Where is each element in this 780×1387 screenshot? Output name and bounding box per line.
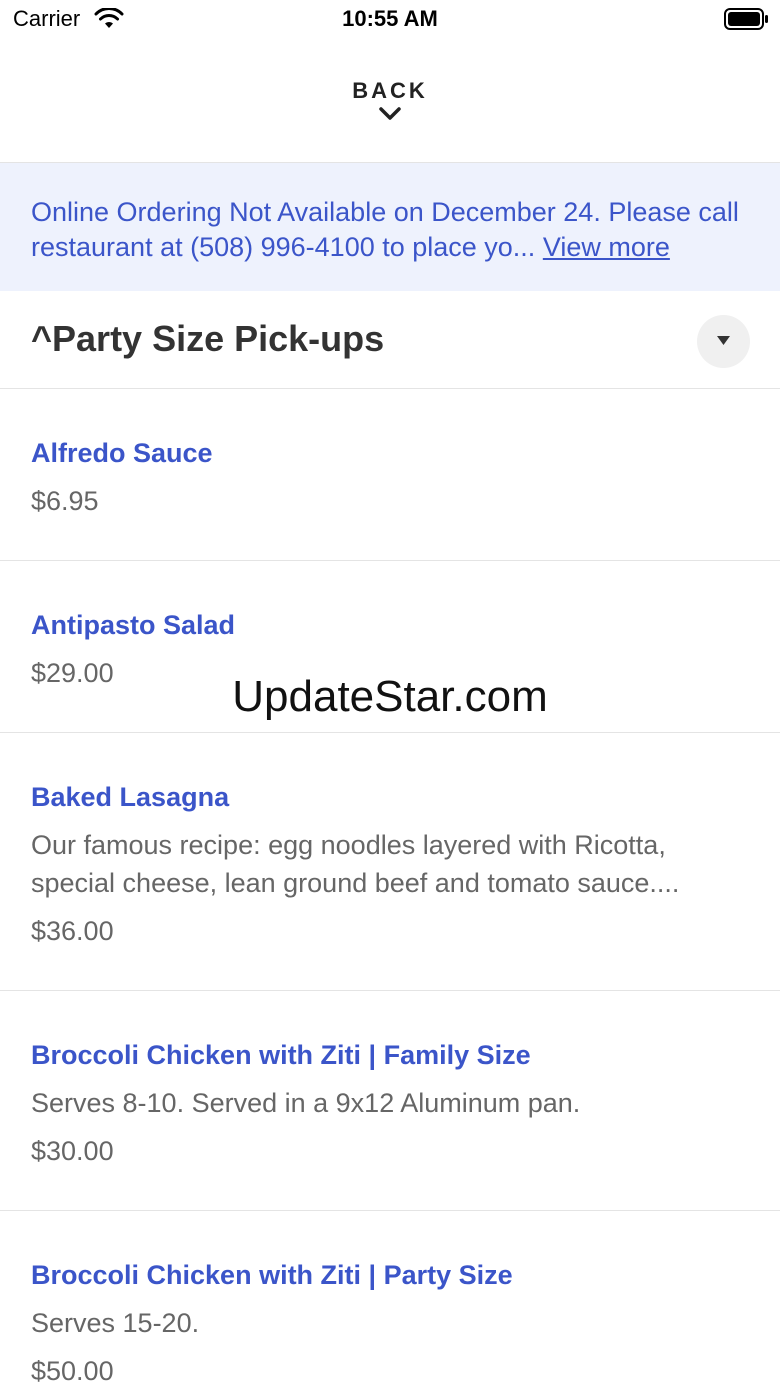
item-description: Serves 15-20. xyxy=(31,1308,200,1338)
item-description: Serves 8-10. Served in a 9x12 Aluminum p… xyxy=(31,1088,581,1118)
item-name: Baked Lasagna xyxy=(31,782,230,812)
category-title: ^Party Size Pick-ups xyxy=(31,318,385,359)
item-description: Our famous recipe: egg noodles layered w… xyxy=(31,830,680,898)
item-price: $30.00 xyxy=(31,1136,114,1166)
category-dropdown-button[interactable] xyxy=(697,315,750,368)
menu-item[interactable]: Antipasto Salad $29.00 xyxy=(0,561,780,733)
item-price: $36.00 xyxy=(31,916,114,946)
back-button[interactable]: BACK xyxy=(0,78,780,122)
clock: 10:55 AM xyxy=(342,6,438,31)
menu-item[interactable]: Broccoli Chicken with Ziti | Party Size … xyxy=(0,1211,780,1387)
menu-item-list: Alfredo Sauce $6.95 Antipasto Salad $29.… xyxy=(0,389,780,1387)
status-bar: Carrier 10:55 AM xyxy=(0,0,780,40)
item-name: Antipasto Salad xyxy=(31,610,236,640)
caret-down-icon xyxy=(717,336,730,345)
item-name: Broccoli Chicken with Ziti | Party Size xyxy=(31,1260,513,1290)
battery-icon xyxy=(724,8,768,30)
item-name: Broccoli Chicken with Ziti | Family Size xyxy=(31,1040,531,1070)
chevron-down-icon xyxy=(379,107,401,120)
menu-item[interactable]: Broccoli Chicken with Ziti | Family Size… xyxy=(0,991,780,1211)
view-more-link[interactable]: View more xyxy=(543,232,670,262)
item-price: $6.95 xyxy=(31,486,99,516)
menu-item[interactable]: Baked Lasagna Our famous recipe: egg noo… xyxy=(0,733,780,991)
notice-banner: Online Ordering Not Available on Decembe… xyxy=(0,163,780,291)
banner-text: Online Ordering Not Available on Decembe… xyxy=(31,195,751,265)
item-price: $50.00 xyxy=(31,1356,114,1386)
item-price: $29.00 xyxy=(31,658,114,688)
item-name: Alfredo Sauce xyxy=(31,438,213,468)
menu-item[interactable]: Alfredo Sauce $6.95 xyxy=(0,389,780,561)
menu-screen: Carrier 10:55 AM BACK Online Ordering No… xyxy=(0,0,780,1387)
back-label: BACK xyxy=(352,78,428,103)
